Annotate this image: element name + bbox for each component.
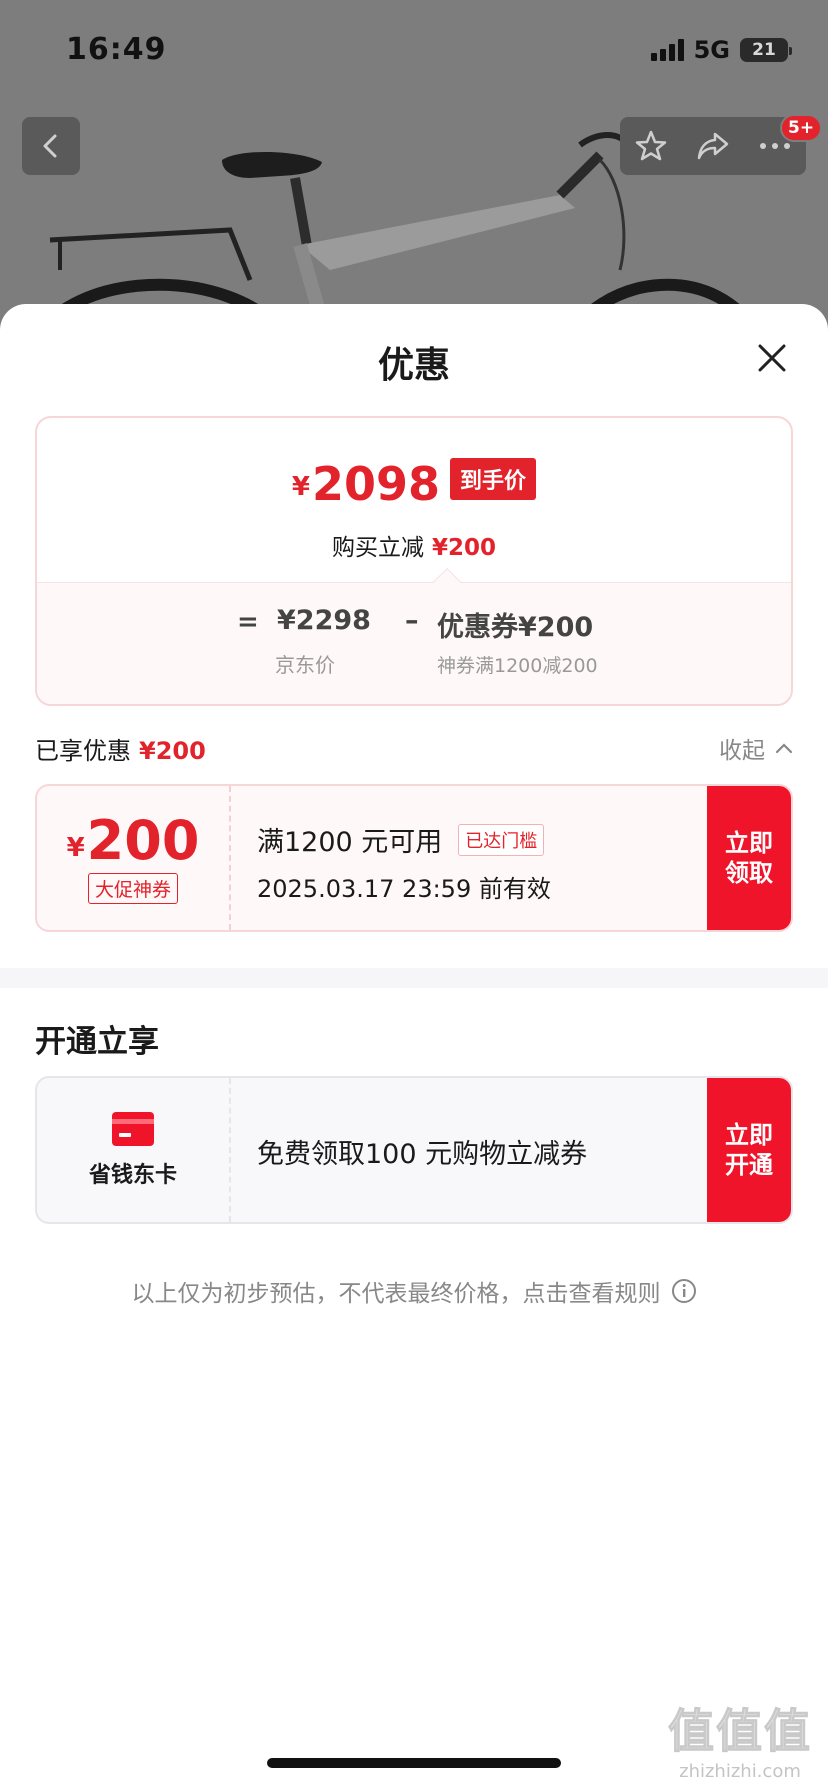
favorite-button[interactable] bbox=[626, 121, 676, 171]
claim-coupon-button[interactable]: 立即 领取 bbox=[707, 786, 791, 930]
jd-price-label: 京东价 bbox=[275, 653, 335, 677]
close-button[interactable] bbox=[752, 338, 792, 378]
currency-symbol: ¥ bbox=[291, 472, 311, 502]
watermark-logo: 值值值 bbox=[668, 1704, 812, 1759]
activate-button-line1: 立即 bbox=[725, 1121, 773, 1149]
activate-button[interactable]: 立即 开通 bbox=[707, 1078, 791, 1222]
signal-icon bbox=[650, 39, 684, 61]
coupon-amount-value: 200 bbox=[86, 808, 200, 872]
final-price: ¥ 2098 bbox=[292, 460, 440, 508]
jd-price: ¥2298 bbox=[277, 605, 371, 636]
close-icon bbox=[758, 344, 786, 372]
price-calculation: = ¥2298 – 优惠券¥200 京东价 神券满1200减200 bbox=[37, 583, 791, 704]
sheet-title: 优惠 bbox=[377, 345, 450, 386]
watermark-url: zhizhizhi.com bbox=[679, 1761, 801, 1782]
member-card: 省钱东卡 免费领取100 元购物立减券 立即 开通 bbox=[35, 1076, 793, 1224]
battery-icon: 21 bbox=[740, 38, 792, 62]
coupon-deduction: 优惠券¥200 bbox=[437, 612, 594, 643]
back-icon bbox=[43, 134, 57, 158]
share-icon bbox=[697, 132, 729, 160]
chevron-up-icon bbox=[775, 743, 793, 754]
final-price-tag: 到手价 bbox=[450, 458, 537, 500]
coupon-amount: ¥ 200 bbox=[66, 808, 200, 872]
collapse-label: 收起 bbox=[719, 738, 765, 764]
status-time: 16:49 bbox=[66, 32, 167, 67]
minus-sign: – bbox=[405, 605, 419, 636]
share-button[interactable] bbox=[688, 121, 738, 171]
reduce-label: 购买立减 bbox=[331, 535, 424, 561]
battery-level: 21 bbox=[752, 40, 776, 60]
status-indicators: 5G 21 bbox=[650, 36, 792, 64]
collapse-button[interactable]: 收起 bbox=[719, 731, 793, 765]
activate-button-line2: 开通 bbox=[725, 1151, 773, 1179]
member-card-name: 省钱东卡 bbox=[88, 1163, 177, 1188]
coupon-type-tag: 大促神券 bbox=[87, 872, 178, 904]
info-icon bbox=[671, 1279, 696, 1303]
disclaimer-link[interactable]: 以上仅为初步预估，不代表最终价格，点击查看规则 bbox=[0, 1274, 828, 1308]
enjoyed-label: 已享优惠 bbox=[35, 736, 131, 765]
member-section-title: 开通立享 bbox=[35, 1024, 159, 1060]
price-breakdown-card: ¥ 2098 到手价 购买立减 ¥200 = ¥2298 – 优惠券¥200 京东… bbox=[35, 416, 793, 706]
action-bar bbox=[620, 117, 806, 175]
enjoyed-value: ¥200 bbox=[139, 736, 206, 765]
coupon-currency: ¥ bbox=[66, 832, 85, 863]
star-icon bbox=[635, 130, 667, 161]
more-icon bbox=[760, 143, 790, 149]
reduce-row: 购买立减 ¥200 bbox=[37, 528, 791, 562]
product-image-area: 16:49 5G 21 5+ bbox=[0, 0, 828, 340]
reduce-value: ¥200 bbox=[431, 535, 496, 561]
enjoyed-discount-row: 已享优惠 ¥200 收起 bbox=[35, 728, 793, 768]
coupon-subtext: 神券满1200减200 bbox=[437, 655, 598, 677]
section-separator bbox=[0, 968, 828, 988]
discount-sheet: 优惠 ¥ 2098 到手价 购买立减 ¥200 = ¥2298 – 优惠券¥200 bbox=[0, 304, 828, 1792]
card-icon bbox=[112, 1112, 154, 1146]
coupon-card: ¥ 200 大促神券 满1200 元可用 已达门槛 2025.03.17 23:… bbox=[35, 784, 793, 932]
threshold-reached-badge: 已达门槛 bbox=[458, 823, 545, 856]
disclaimer-text: 以上仅为初步预估，不代表最终价格，点击查看规则 bbox=[131, 1281, 661, 1307]
equals-sign: = bbox=[237, 607, 259, 637]
member-offer-text: 免费领取100 元购物立减券 bbox=[257, 1139, 588, 1170]
final-price-value: 2098 bbox=[312, 457, 441, 511]
claim-button-line2: 领取 bbox=[725, 859, 773, 887]
back-button[interactable] bbox=[22, 117, 80, 175]
home-indicator bbox=[267, 1758, 561, 1768]
network-type: 5G bbox=[693, 36, 730, 64]
coupon-expiry: 2025.03.17 23:59 前有效 bbox=[257, 875, 551, 903]
claim-button-line1: 立即 bbox=[725, 829, 773, 857]
message-badge: 5+ bbox=[780, 114, 823, 142]
watermark: 值值值 zhizhizhi.com bbox=[668, 1695, 812, 1783]
coupon-condition: 满1200 元可用 bbox=[257, 827, 443, 858]
